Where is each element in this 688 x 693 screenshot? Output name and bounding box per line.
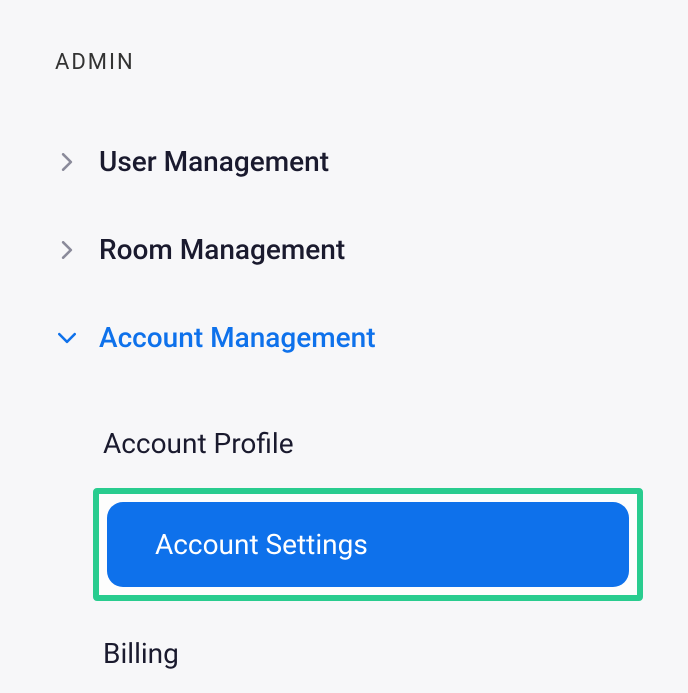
highlight-account-settings: Account Settings [93, 488, 643, 601]
nav-item-user-management[interactable]: User Management [55, 145, 633, 178]
nav-item-room-management[interactable]: Room Management [55, 233, 633, 266]
sub-items-account-management: Account Profile Account Settings Billing [55, 409, 633, 688]
nav-item-label: Account Management [99, 321, 376, 354]
sub-item-billing[interactable]: Billing [103, 619, 633, 688]
nav-item-label: Room Management [99, 233, 345, 266]
chevron-down-icon [55, 332, 79, 344]
section-header-admin: ADMIN [55, 50, 633, 75]
sub-item-account-settings[interactable]: Account Settings [107, 502, 629, 587]
chevron-right-icon [55, 153, 79, 171]
nav-item-account-management[interactable]: Account Management [55, 321, 633, 354]
nav-item-label: User Management [99, 145, 329, 178]
chevron-right-icon [55, 241, 79, 259]
sub-item-account-profile[interactable]: Account Profile [103, 409, 633, 478]
